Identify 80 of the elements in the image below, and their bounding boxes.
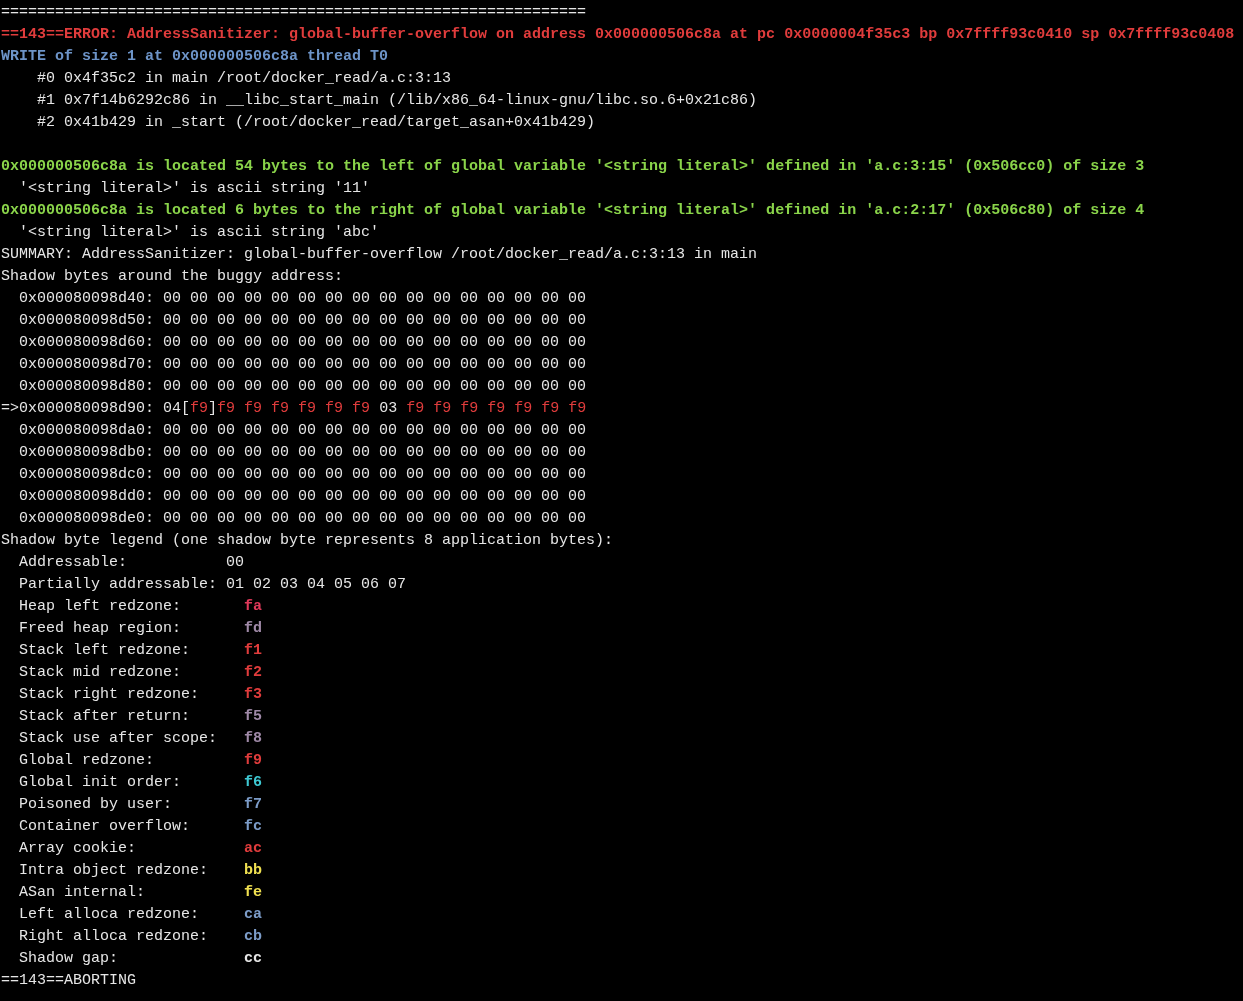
shadow-bytes: 00 00 00 00 00 00 00 00 00 00 00 00 00 00 00 00	[163, 355, 587, 375]
legend-label: Stack right redzone:	[19, 685, 201, 705]
log-line: SUMMARY: AddressSanitizer: global-buffer-overflow /root/docker_read/a.c:3:13 in main	[1, 245, 759, 265]
log-line: Shadow bytes around the buggy address:	[1, 267, 345, 287]
legend-label: Shadow gap:	[19, 949, 120, 969]
log-line: 0x000000506c8a is located 54 bytes to the left of global variable '<string literal>' defined in 'a.c:3:15' (0x506cc0) of size 3	[1, 157, 1146, 177]
memory-address: 0x000080098db0:	[19, 443, 155, 463]
legend-code: cb	[244, 927, 263, 947]
log-line: #0 0x4f35c2 in main /root/docker_read/a.c:3:13	[36, 69, 453, 89]
legend-code: f2	[244, 663, 263, 683]
legend-code: 00	[226, 553, 245, 573]
log-line: ==143==ABORTING	[1, 971, 138, 991]
shadow-bytes: f9 f9 f9 f9 f9 f9	[217, 399, 371, 419]
legend-code: f5	[244, 707, 263, 727]
legend-code: 01 02 03 04 05 06 07	[226, 575, 407, 595]
memory-address: 0x000080098d50:	[19, 311, 155, 331]
legend-label: Array cookie:	[19, 839, 138, 859]
memory-address: 0x000080098de0:	[19, 509, 155, 529]
legend-label: ASan internal:	[19, 883, 147, 903]
log-line: ==143==ERROR: AddressSanitizer: global-buffer-overflow on address 0x000000506c8a at pc 0x0000004f35c3 bp 0x7ffff93c0410 sp 0x7ffff93c0408	[1, 25, 1236, 45]
legend-label: Stack mid redzone:	[19, 663, 183, 683]
legend-label: Left alloca redzone:	[19, 905, 201, 925]
shadow-bytes: 00 00 00 00 00 00 00 00 00 00 00 00 00 00 00 00	[163, 443, 587, 463]
shadow-bytes: f9 f9 f9 f9 f9 f9 f9	[406, 399, 587, 419]
log-line: 0x000000506c8a is located 6 bytes to the right of global variable '<string literal>' defined in 'a.c:2:17' (0x506c80) of size 4	[1, 201, 1146, 221]
shadow-bytes: [	[181, 399, 191, 419]
legend-code: f1	[244, 641, 263, 661]
memory-address: 0x000080098d60:	[19, 333, 155, 353]
shadow-bytes: 03	[379, 399, 398, 419]
legend-label: Global init order:	[19, 773, 183, 793]
legend-label: Stack use after scope:	[19, 729, 219, 749]
legend-code: fa	[244, 597, 263, 617]
log-line: #1 0x7f14b6292c86 in __libc_start_main (/lib/x86_64-linux-gnu/libc.so.6+0x21c86)	[36, 91, 759, 111]
memory-address: =>0x000080098d90:	[1, 399, 155, 419]
shadow-bytes: ]	[208, 399, 218, 419]
shadow-bytes: 00 00 00 00 00 00 00 00 00 00 00 00 00 00 00 00	[163, 487, 587, 507]
log-line: #2 0x41b429 in _start (/root/docker_read/target_asan+0x41b429)	[36, 113, 597, 133]
memory-address: 0x000080098dd0:	[19, 487, 155, 507]
legend-code: ac	[244, 839, 263, 859]
legend-code: fe	[244, 883, 263, 903]
legend-code: f6	[244, 773, 263, 793]
legend-label: Container overflow:	[19, 817, 192, 837]
legend-code: f9	[244, 751, 263, 771]
shadow-bytes: 00 00 00 00 00 00 00 00 00 00 00 00 00 00 00 00	[163, 289, 587, 309]
legend-label: Heap left redzone:	[19, 597, 183, 617]
legend-code: f7	[244, 795, 263, 815]
log-line: '<string literal>' is ascii string 'abc'	[18, 223, 381, 243]
log-line: WRITE of size 1 at 0x000000506c8a thread T0	[1, 47, 390, 67]
shadow-bytes: 00 00 00 00 00 00 00 00 00 00 00 00 00 00 00 00	[163, 421, 587, 441]
shadow-bytes: 00 00 00 00 00 00 00 00 00 00 00 00 00 00 00 00	[163, 465, 587, 485]
shadow-bytes: 00 00 00 00 00 00 00 00 00 00 00 00 00 00 00 00	[163, 509, 587, 529]
legend-label: Global redzone:	[19, 751, 156, 771]
legend-label: Addressable:	[19, 553, 129, 573]
shadow-bytes: f9	[190, 399, 209, 419]
legend-code: bb	[244, 861, 263, 881]
log-line: Shadow byte legend (one shadow byte represents 8 application bytes):	[1, 531, 615, 551]
memory-address: 0x000080098dc0:	[19, 465, 155, 485]
shadow-bytes: 04	[163, 399, 182, 419]
memory-address: 0x000080098d80:	[19, 377, 155, 397]
legend-code: fd	[244, 619, 263, 639]
shadow-bytes: 00 00 00 00 00 00 00 00 00 00 00 00 00 00 00 00	[163, 333, 587, 353]
log-line: =================================================================	[1, 3, 588, 23]
shadow-bytes: 00 00 00 00 00 00 00 00 00 00 00 00 00 00 00 00	[163, 311, 587, 331]
legend-label: Intra object redzone:	[19, 861, 210, 881]
memory-address: 0x000080098d70:	[19, 355, 155, 375]
legend-code: cc	[244, 949, 263, 969]
legend-code: ca	[244, 905, 263, 925]
legend-label: Stack after return:	[19, 707, 192, 727]
legend-code: f3	[244, 685, 263, 705]
legend-label: Freed heap region:	[19, 619, 183, 639]
legend-label: Stack left redzone:	[19, 641, 192, 661]
legend-label: Partially addressable:	[19, 575, 219, 595]
shadow-bytes: 00 00 00 00 00 00 00 00 00 00 00 00 00 00 00 00	[163, 377, 587, 397]
memory-address: 0x000080098d40:	[19, 289, 155, 309]
log-line: '<string literal>' is ascii string '11'	[18, 179, 372, 199]
legend-code: f8	[244, 729, 263, 749]
memory-address: 0x000080098da0:	[19, 421, 155, 441]
legend-code: fc	[244, 817, 263, 837]
legend-label: Right alloca redzone:	[19, 927, 210, 947]
legend-label: Poisoned by user:	[19, 795, 174, 815]
